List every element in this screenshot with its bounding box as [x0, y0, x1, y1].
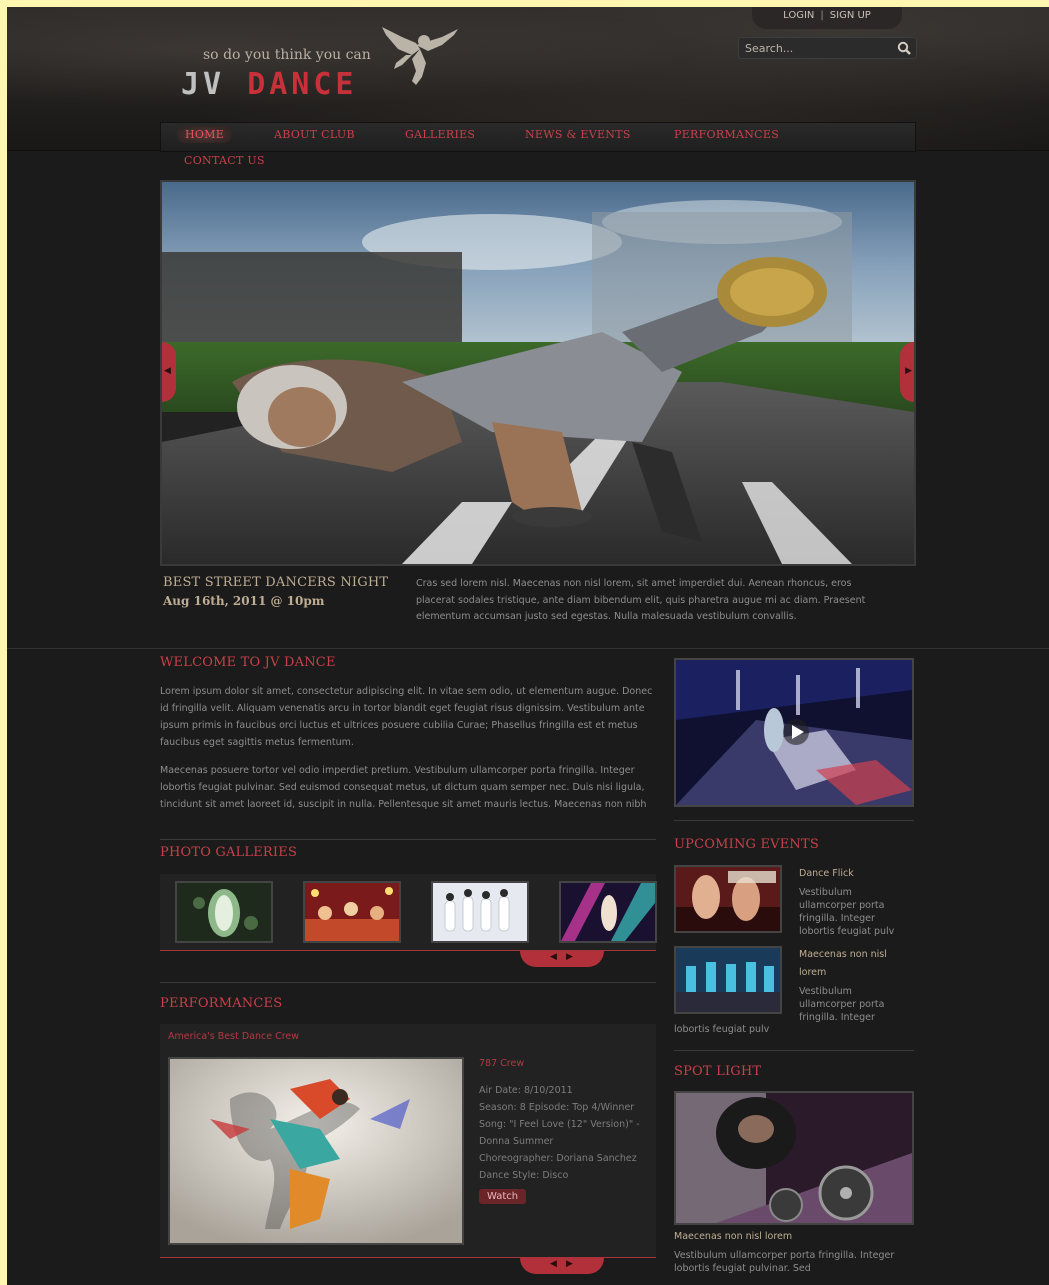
nav-item-news-events[interactable]: NEWS & EVENTS	[525, 128, 631, 141]
performance-choreographer: Choreographer: Doriana Sanchez	[479, 1153, 637, 1164]
dancer-silhouette-icon	[382, 27, 458, 85]
gallery-thumb[interactable]	[431, 881, 529, 943]
featured-event-description: Cras sed lorem nisl. Maecenas non nisl l…	[416, 578, 866, 622]
auth-separator: |	[820, 10, 824, 21]
welcome-heading: WELCOME TO JV DANCE	[160, 655, 336, 670]
main-nav: HOME ABOUT CLUB GALLERIES NEWS & EVENTS …	[160, 122, 916, 152]
gallery-thumb[interactable]	[303, 881, 401, 943]
performance-style: Dance Style: Disco	[479, 1170, 569, 1181]
spotlight-image[interactable]	[674, 1091, 914, 1225]
performances-heading: PERFORMANCES	[160, 996, 283, 1011]
chevron-left-icon: ◀	[164, 366, 171, 376]
gallery-next-icon[interactable]: ▶	[566, 952, 573, 962]
signup-link[interactable]: SIGN UP	[830, 10, 871, 21]
performance-next-icon[interactable]: ▶	[566, 1259, 573, 1269]
performance-song: Song: "I Feel Love (12" Version)" - Donn…	[479, 1119, 640, 1147]
event-title-1[interactable]: Dance Flick	[799, 865, 854, 883]
nav-item-contact-us[interactable]: CONTACT US	[184, 154, 265, 167]
gallery-pager: ◀ ▶	[520, 951, 604, 967]
performance-show-title[interactable]: America's Best Dance Crew	[168, 1031, 299, 1042]
search-input[interactable]	[743, 40, 897, 56]
spotlight-text: Vestibulum ullamcorper porta fringilla. …	[674, 1250, 895, 1274]
event-text-2: Vestibulum ullamcorper porta fringilla. …	[799, 986, 885, 1023]
welcome-paragraph-2: Maecenas posuere tortor vel odio imperdi…	[160, 765, 647, 810]
chevron-right-icon: ▶	[905, 366, 912, 376]
performance-prev-icon[interactable]: ◀	[550, 1259, 557, 1269]
welcome-paragraph-1: Lorem ipsum dolor sit amet, consectetur …	[160, 686, 653, 748]
search-box	[738, 37, 917, 59]
spotlight-heading: SPOT LIGHT	[674, 1064, 762, 1079]
performance-card: America's Best Dance Crew 787 Crew Air D…	[160, 1024, 656, 1257]
performance-season: Season: 8 Episode: Top 4/Winner	[479, 1102, 635, 1113]
nav-item-about-club[interactable]: ABOUT CLUB	[274, 128, 355, 141]
video-divider	[674, 820, 914, 821]
event-text-2-tail: lobortis feugiat pulv	[674, 1024, 770, 1035]
spotlight-title[interactable]: Maecenas non nisl lorem	[674, 1231, 792, 1242]
search-icon[interactable]	[897, 41, 911, 55]
nav-item-home[interactable]: HOME	[177, 126, 233, 143]
login-link[interactable]: LOGIN	[783, 10, 814, 21]
hero-slider[interactable]: ◀ ▶	[160, 180, 916, 566]
featured-event-date: Aug 16th, 2011 @ 10pm	[163, 594, 325, 608]
performance-details: Air Date: 8/10/2011 Season: 8 Episode: T…	[479, 1082, 649, 1184]
performance-pager: ◀ ▶	[520, 1258, 604, 1274]
site-logo[interactable]: JV DANCE	[181, 67, 358, 102]
welcome-divider	[160, 839, 656, 840]
featured-event-title: BEST STREET DANCERS NIGHT	[163, 575, 389, 590]
event-text-1: Vestibulum ullamcorper porta fringilla. …	[799, 887, 895, 937]
auth-bar: LOGIN | SIGN UP	[752, 7, 902, 29]
event-title-2[interactable]: Maecenas non nisl lorem	[799, 946, 911, 982]
event-image-dance-flick[interactable]	[674, 865, 782, 933]
photo-galleries-heading: PHOTO GALLERIES	[160, 845, 298, 860]
gallery-prev-icon[interactable]: ◀	[550, 952, 557, 962]
performance-image[interactable]	[168, 1057, 464, 1245]
slider-next-button[interactable]: ▶	[900, 342, 914, 402]
slider-prev-button[interactable]: ◀	[162, 342, 176, 402]
upcoming-events-heading: UPCOMING EVENTS	[674, 837, 819, 852]
gallery-thumb[interactable]	[175, 881, 273, 943]
watch-button[interactable]: Watch	[479, 1189, 527, 1204]
nav-item-galleries[interactable]: GALLERIES	[405, 128, 475, 141]
performance-air-date: Air Date: 8/10/2011	[479, 1085, 573, 1096]
featured-video[interactable]	[674, 658, 914, 807]
logo-text-jv: JV	[181, 67, 226, 102]
logo-text-dance: DANCE	[247, 67, 358, 102]
gallery-divider	[160, 982, 656, 983]
gallery-strip	[160, 874, 657, 950]
hero-image	[162, 182, 914, 564]
event-image-maecenas[interactable]	[674, 946, 782, 1014]
section-divider	[7, 648, 1049, 649]
logo-tagline: so do you think you can	[203, 47, 371, 63]
page-frame: so do you think you can JV DANCE LOGIN | S…	[7, 7, 1049, 1285]
events-divider	[674, 1050, 914, 1051]
performance-crew[interactable]: 787 Crew	[479, 1058, 524, 1069]
gallery-thumb[interactable]	[559, 881, 657, 943]
nav-item-performances[interactable]: PERFORMANCES	[674, 128, 779, 141]
